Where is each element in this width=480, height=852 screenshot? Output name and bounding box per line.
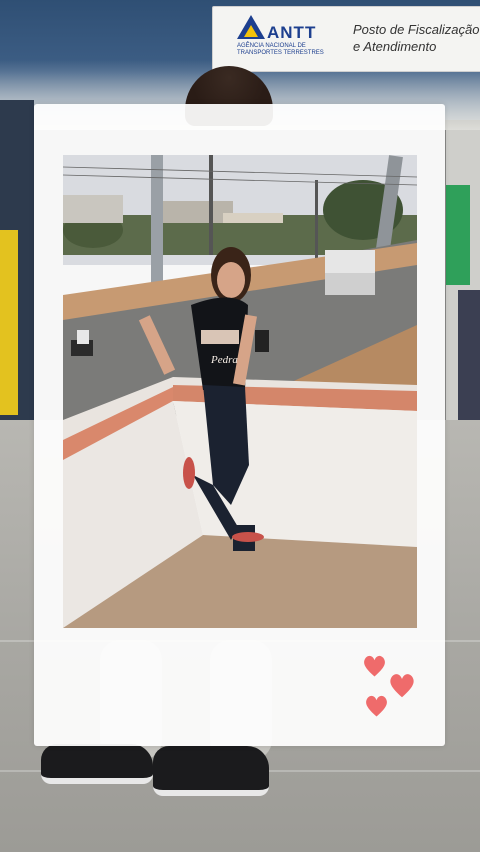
sign-text: Posto de Fiscalização e Atendimento xyxy=(353,21,479,55)
heart-icon xyxy=(390,674,414,698)
heart-icon xyxy=(364,655,385,677)
sign-line2: e Atendimento xyxy=(353,39,437,54)
shoe-left xyxy=(41,744,153,784)
hearts-decoration xyxy=(364,655,414,717)
sign-brand: ANTT xyxy=(267,23,317,42)
agency-sign: ANTT AGÊNCIA NACIONAL DE TRANSPORTES TER… xyxy=(212,6,480,72)
heart-icon xyxy=(366,695,387,717)
logo-triangle-inner xyxy=(244,25,258,37)
shirt-text: Pedra xyxy=(210,354,238,366)
antt-logo-icon: ANTT AGÊNCIA NACIONAL DE TRANSPORTES TER… xyxy=(237,13,327,57)
photo: Pedra xyxy=(63,155,417,628)
green-wall-sign xyxy=(446,185,470,285)
sign-agency: AGÊNCIA NACIONAL DE TRANSPORTES TERRESTR… xyxy=(237,43,324,56)
right-door xyxy=(458,290,480,420)
shoe-right xyxy=(153,746,269,796)
yellow-post xyxy=(0,230,18,415)
sign-line1: Posto de Fiscalização xyxy=(353,22,480,37)
